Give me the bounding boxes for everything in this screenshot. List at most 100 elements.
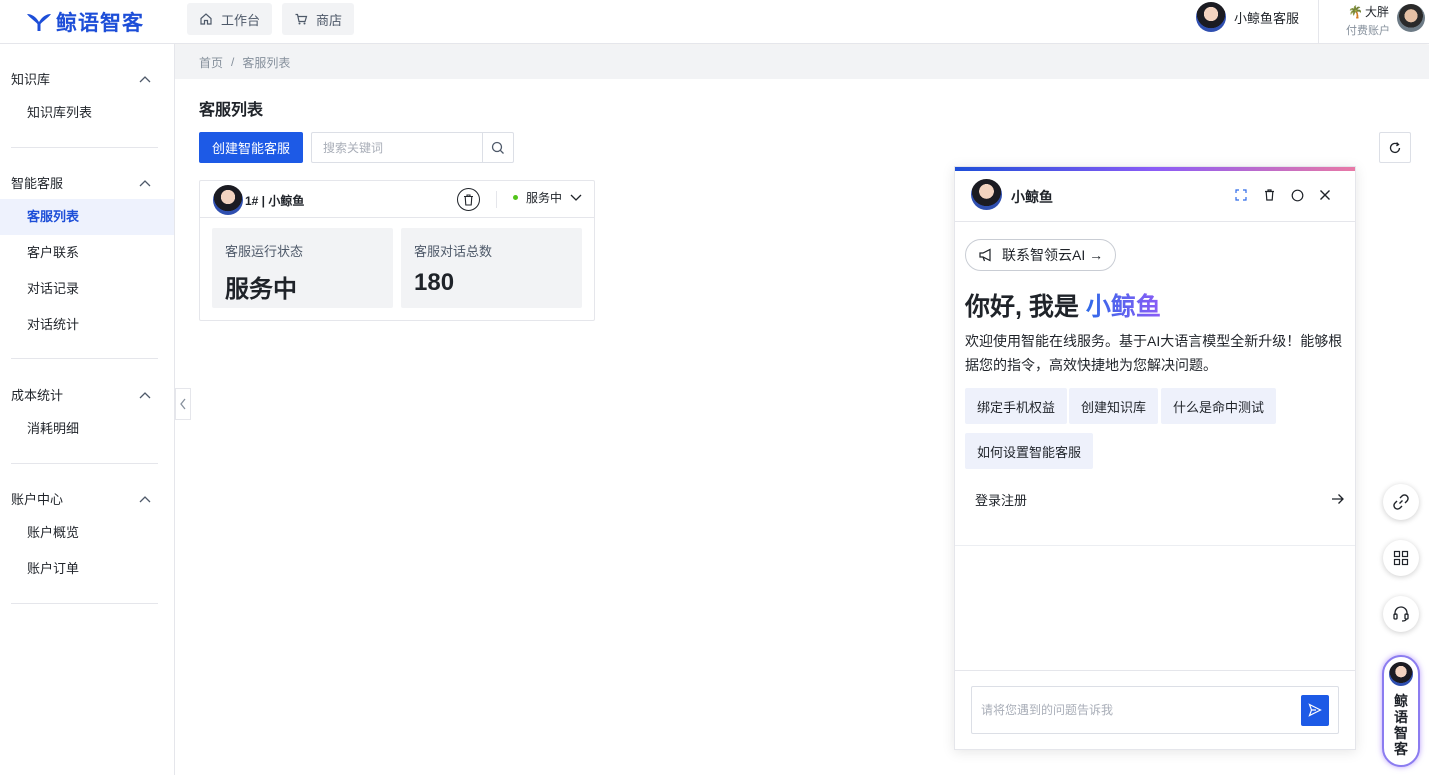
greeting-name: 小鲸鱼	[1085, 293, 1161, 321]
chevron-up-icon	[139, 495, 151, 502]
greeting: 你好, 我是 小鲸鱼	[965, 287, 1161, 323]
create-service-button[interactable]: 创建智能客服	[199, 132, 303, 163]
chat-header: 小鲸鱼	[955, 171, 1355, 222]
cart-icon	[295, 13, 308, 25]
brand-vertical-text: 鲸 语 智 客	[1384, 693, 1418, 757]
apps-button[interactable]	[1383, 540, 1419, 576]
sidebar-item-consumption[interactable]: 消耗明细	[0, 411, 174, 447]
service-avatar	[213, 185, 243, 215]
sidebar-item-chat-records[interactable]: 对话记录	[0, 271, 174, 307]
clear-chat-button[interactable]	[1259, 185, 1279, 205]
service-card-name: 1# | 小鲸鱼	[245, 194, 305, 208]
contact-ai-pill[interactable]: 联系智领云AI →	[965, 239, 1117, 271]
status-text: 服务中	[526, 191, 563, 205]
sidebar-divider	[11, 463, 158, 464]
sidebar-collapse-button[interactable]	[175, 388, 191, 420]
suggestion-chip[interactable]: 绑定手机权益	[965, 388, 1068, 424]
bot-avatar	[1389, 662, 1413, 686]
sidebar-item-service-list[interactable]: 客服列表	[0, 199, 174, 235]
logo[interactable]: 鲸语智客	[26, 7, 144, 37]
sidebar-group-account[interactable]: 账户中心	[11, 489, 151, 508]
stat-chat-total: 客服对话总数 180	[401, 228, 582, 308]
sidebar-group-ai-service[interactable]: 智能客服	[11, 173, 151, 192]
service-card-header: 1# | 小鲸鱼 服务中	[200, 181, 594, 218]
support-button[interactable]	[1383, 596, 1419, 632]
sidebar-item-chat-stats[interactable]: 对话统计	[0, 307, 174, 343]
megaphone-icon	[979, 248, 991, 262]
chat-divider	[955, 545, 1355, 546]
expand-icon	[1235, 189, 1247, 201]
chevron-up-icon	[139, 75, 151, 82]
arrow-right-icon	[1332, 494, 1344, 504]
status-dot	[513, 195, 518, 200]
sidebar-divider	[11, 358, 158, 359]
chevron-down-icon	[570, 194, 582, 201]
sidebar-item-knowledge-list[interactable]: 知识库列表	[0, 95, 174, 131]
search-icon	[491, 141, 504, 154]
brand-chat-launcher[interactable]: 鲸 语 智 客	[1382, 655, 1420, 767]
fullscreen-button[interactable]	[1231, 185, 1251, 205]
sidebar-item-account-overview[interactable]: 账户概览	[0, 515, 174, 551]
palm-icon: 🌴	[1348, 4, 1363, 19]
bot-avatar	[971, 179, 1002, 210]
minimize-button[interactable]	[1287, 185, 1307, 205]
suggestion-chip[interactable]: 如何设置智能客服	[965, 433, 1094, 469]
tab-workbench[interactable]: 工作台	[187, 3, 273, 35]
top-bar: 鲸语智客 工作台 商店 小鲸鱼客服 🌴 大胖 付费账户	[0, 0, 1429, 44]
status-dropdown[interactable]: 服务中	[513, 189, 582, 206]
delete-service-button[interactable]	[457, 188, 480, 211]
chat-panel: 小鲸鱼 联系智领云AI → 你好, 我是 小鲸鱼 欢迎使用智能在线服务。基于AI…	[954, 166, 1356, 750]
sidebar-divider	[11, 603, 158, 604]
headset-icon	[1393, 606, 1409, 622]
breadcrumb-home[interactable]: 首页	[199, 54, 223, 71]
link-button[interactable]	[1383, 484, 1419, 520]
suggestion-chip[interactable]: 什么是命中测试	[1161, 388, 1277, 424]
trash-icon	[464, 193, 473, 206]
circle-icon	[1291, 189, 1303, 201]
sidebar-group-title: 账户中心	[11, 492, 64, 507]
service-name: 小鲸鱼客服	[1234, 10, 1300, 26]
chat-input-box	[971, 686, 1339, 734]
sidebar-item-account-orders[interactable]: 账户订单	[0, 551, 174, 587]
close-icon	[1320, 190, 1330, 200]
tab-store-label: 商店	[316, 12, 343, 28]
refresh-button[interactable]	[1379, 132, 1411, 163]
chevron-up-icon	[139, 179, 151, 186]
search-input[interactable]	[312, 133, 482, 162]
sidebar-group-title: 智能客服	[11, 176, 64, 191]
breadcrumb: 首页 / 客服列表	[175, 45, 1429, 79]
sidebar-item-customer-contact[interactable]: 客户联系	[0, 235, 174, 271]
header-divider	[1318, 0, 1319, 44]
refresh-icon	[1389, 141, 1401, 153]
breadcrumb-separator: /	[231, 55, 235, 69]
greeting-prefix: 你好, 我是	[965, 293, 1086, 321]
sidebar-group-title: 知识库	[11, 72, 51, 87]
chat-input[interactable]	[972, 703, 1301, 717]
sidebar-group-knowledge[interactable]: 知识库	[11, 69, 151, 88]
welcome-text: 欢迎使用智能在线服务。基于AI大语言模型全新升级！能够根据您的指令，高效快捷地为…	[965, 333, 1343, 373]
suggestion-chip[interactable]: 创建知识库	[1069, 388, 1159, 424]
user-avatar[interactable]	[1397, 4, 1425, 32]
whale-tail-icon	[27, 14, 51, 31]
close-chat-button[interactable]	[1315, 185, 1335, 205]
service-avatar	[1196, 2, 1226, 32]
send-button[interactable]	[1301, 694, 1329, 726]
stat-label: 客服对话总数	[414, 244, 493, 259]
search-box	[311, 132, 514, 163]
service-switcher[interactable]: 小鲸鱼客服	[1196, 2, 1299, 32]
chevron-up-icon	[139, 391, 151, 398]
stat-value: 180	[414, 269, 455, 296]
user-name: 大胖	[1364, 5, 1389, 19]
link-icon	[1393, 494, 1409, 510]
service-card: 1# | 小鲸鱼 服务中 客服运行状态 服务中 客服对话总数 180	[199, 180, 595, 321]
chevron-left-icon	[180, 398, 186, 410]
bot-name: 小鲸鱼	[1011, 189, 1053, 205]
sidebar-group-cost[interactable]: 成本统计	[11, 385, 151, 404]
tab-store[interactable]: 商店	[282, 3, 355, 35]
search-button[interactable]	[482, 133, 513, 162]
stat-value: 服务中	[225, 276, 297, 303]
login-register-link[interactable]: 登录注册	[965, 485, 1345, 513]
brand-char: 智	[1394, 725, 1408, 741]
stat-run-status: 客服运行状态 服务中	[212, 228, 393, 308]
user-menu[interactable]: 🌴 大胖 付费账户	[1346, 3, 1390, 38]
